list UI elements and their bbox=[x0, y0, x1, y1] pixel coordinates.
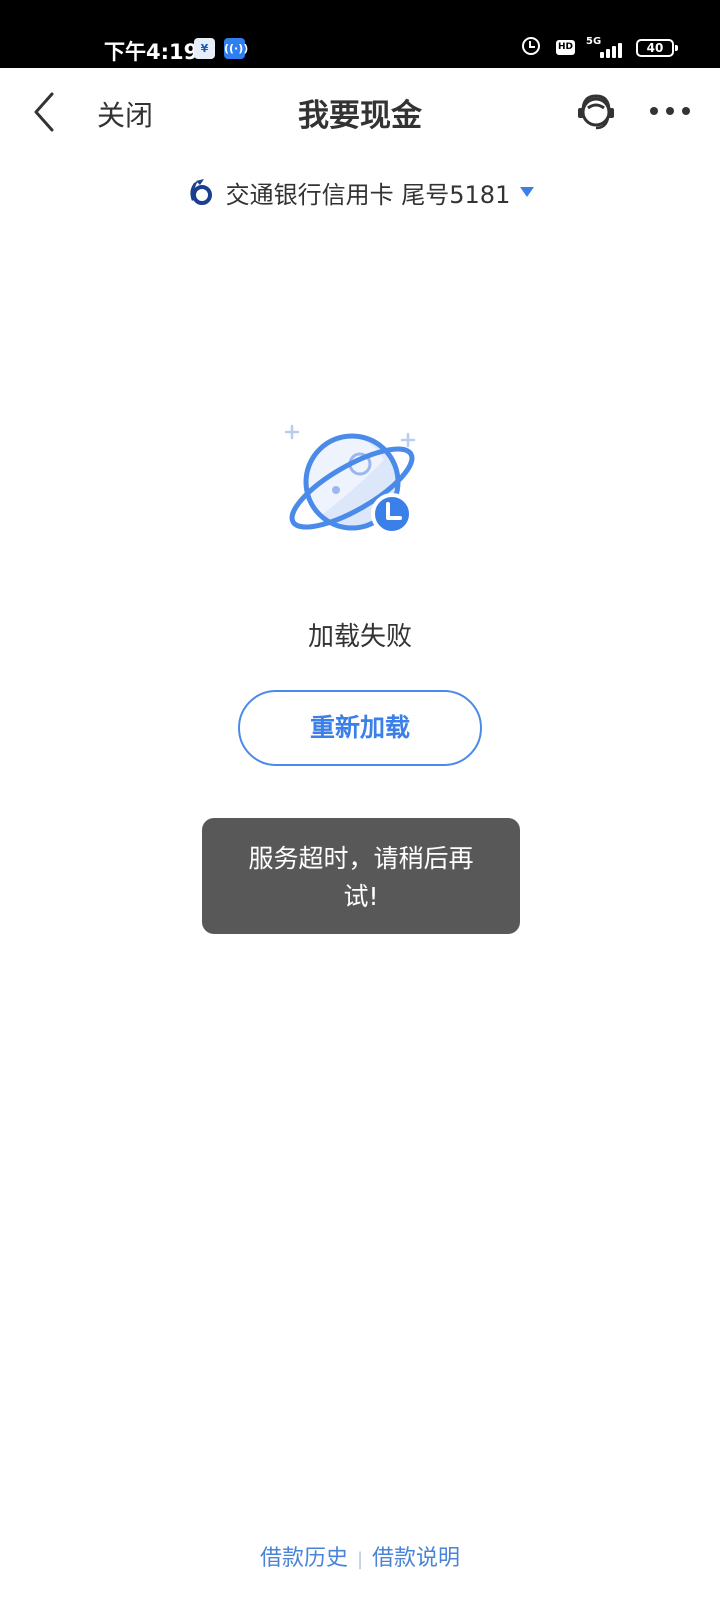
toast-message: 服务超时，请稍后再试! bbox=[202, 818, 520, 934]
alarm-icon bbox=[522, 37, 540, 55]
customer-service-button[interactable] bbox=[574, 90, 618, 134]
card-selector[interactable]: 交通银行信用卡 尾号5181 bbox=[0, 172, 720, 212]
footer-separator: | bbox=[356, 1549, 364, 1570]
more-button[interactable] bbox=[648, 96, 692, 126]
signal-icon bbox=[596, 40, 626, 58]
notification-app-icon: ¥ bbox=[194, 38, 215, 59]
hd-icon: HD bbox=[556, 40, 575, 55]
more-icon bbox=[650, 107, 658, 115]
status-bar: 下午4:19 ¥ ((·)) HD 5G 40 bbox=[0, 0, 720, 68]
bank-logo-icon bbox=[190, 179, 212, 205]
status-time: 下午4:19 bbox=[104, 40, 199, 64]
notification-app-icon: ((·)) bbox=[224, 38, 248, 59]
planet-clock-icon bbox=[284, 424, 416, 535]
battery-icon: 40 bbox=[636, 39, 678, 57]
loan-history-link[interactable]: 借款历史 bbox=[260, 1546, 348, 1571]
loan-instructions-link[interactable]: 借款说明 bbox=[372, 1546, 460, 1571]
dropdown-icon bbox=[520, 187, 535, 197]
footer-links: 借款历史 | 借款说明 bbox=[0, 1540, 720, 1572]
customer-service-icon bbox=[578, 94, 614, 130]
reload-button[interactable]: 重新加载 bbox=[238, 690, 482, 766]
nav-bar: 关闭 我要现金 bbox=[0, 68, 720, 156]
card-label: 交通银行信用卡 尾号5181 bbox=[225, 180, 511, 209]
load-failed-message: 加载失败 bbox=[307, 622, 412, 652]
